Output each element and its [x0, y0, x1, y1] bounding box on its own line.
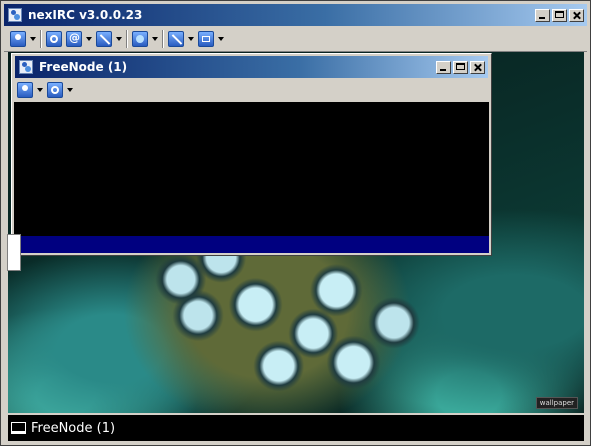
window-icon [11, 422, 26, 434]
main-toolbar [4, 27, 587, 52]
taskbar-item-freenode[interactable]: FreeNode (1) [11, 417, 115, 439]
at-icon [66, 31, 82, 47]
chevron-down-icon[interactable] [37, 88, 43, 92]
close-button[interactable] [569, 8, 584, 22]
chevron-down-icon[interactable] [86, 37, 92, 41]
freenode-window: FreeNode (1) [11, 53, 492, 256]
child-toolbar [15, 78, 488, 102]
chevron-down-icon[interactable] [218, 37, 224, 41]
child-maximize-button[interactable] [453, 60, 468, 74]
chevron-down-icon[interactable] [67, 88, 73, 92]
wand-icon [96, 31, 112, 47]
child-titlebar[interactable]: FreeNode (1) [15, 56, 488, 78]
minimize-button[interactable] [535, 8, 550, 22]
toolbar-wand-button[interactable] [96, 31, 122, 47]
child-minimize-button[interactable] [436, 60, 451, 74]
child-settings-button[interactable] [47, 82, 73, 98]
channel-window-icon[interactable] [19, 60, 33, 74]
toolbar-globe-button[interactable] [132, 31, 158, 47]
window-icon [198, 31, 214, 47]
toolbar-user-button[interactable] [10, 31, 36, 47]
minimized-window-tab[interactable] [7, 234, 21, 271]
chevron-down-icon[interactable] [116, 37, 122, 41]
chevron-down-icon[interactable] [30, 37, 36, 41]
taskbar-item-label: FreeNode (1) [31, 420, 116, 436]
window-taskbar: FreeNode (1) [8, 415, 584, 441]
settings-icon [46, 31, 62, 47]
toolbar-tools-button[interactable] [168, 31, 194, 47]
toolbar-settings-button[interactable] [46, 31, 62, 47]
chat-input-field[interactable] [14, 236, 489, 253]
child-window-title: FreeNode (1) [39, 60, 128, 74]
chat-output-area[interactable] [14, 102, 489, 236]
main-titlebar[interactable]: nexIRC v3.0.0.23 [4, 4, 587, 26]
tools-icon [168, 31, 184, 47]
toolbar-separator [162, 30, 164, 48]
globe-icon [132, 31, 148, 47]
toolbar-at-button[interactable] [66, 31, 92, 47]
main-window: nexIRC v3.0.0.23 @ wallpaper FreeNode (1… [0, 0, 591, 446]
chevron-down-icon[interactable] [152, 37, 158, 41]
settings-icon [47, 82, 63, 98]
wallpaper-watermark: wallpaper [535, 397, 578, 409]
child-close-button[interactable] [470, 60, 485, 74]
toolbar-separator [126, 30, 128, 48]
toolbar-separator [40, 30, 42, 48]
child-user-button[interactable] [17, 82, 43, 98]
window-title: nexIRC v3.0.0.23 [28, 8, 143, 22]
user-icon [10, 31, 26, 47]
chevron-down-icon[interactable] [188, 37, 194, 41]
user-icon [17, 82, 33, 98]
toolbar-window-button[interactable] [198, 31, 224, 47]
nexirc-app-icon[interactable] [8, 8, 22, 22]
maximize-button[interactable] [552, 8, 567, 22]
